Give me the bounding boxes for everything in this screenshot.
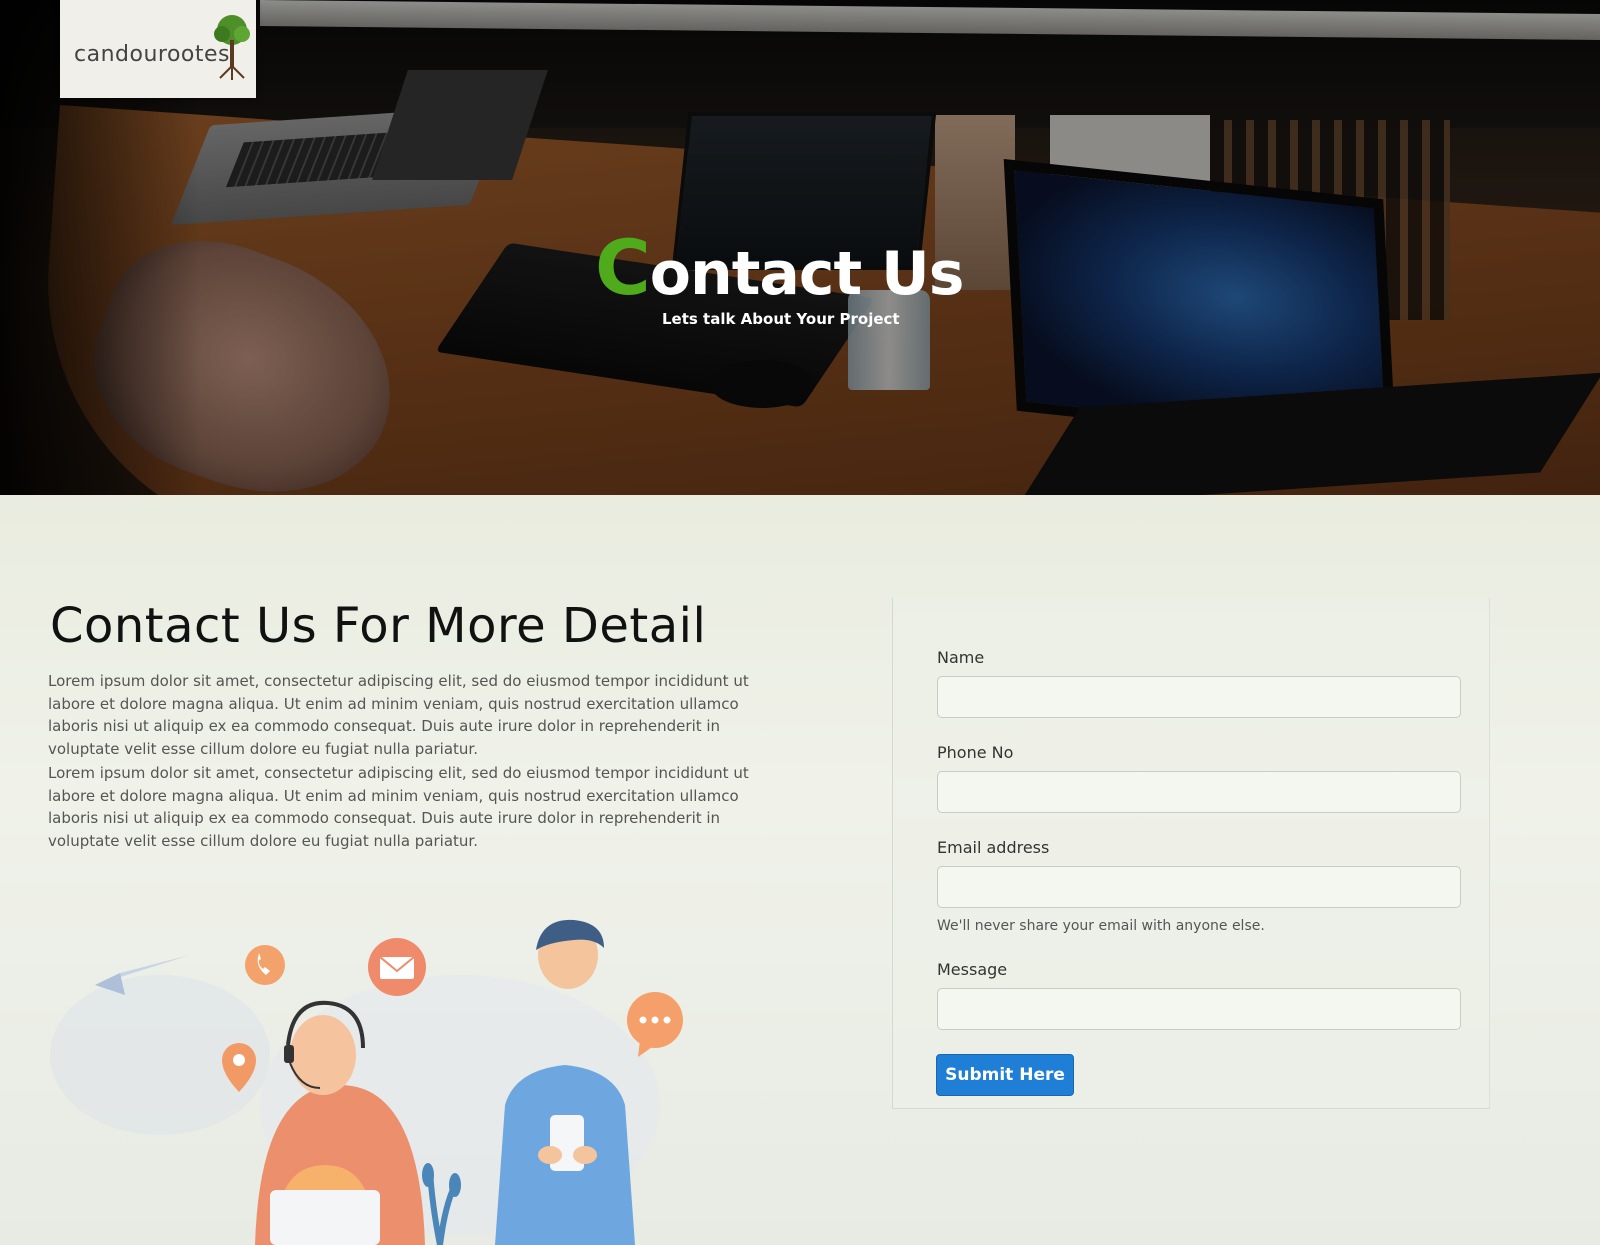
tree-icon bbox=[214, 15, 250, 80]
submit-button[interactable]: Submit Here bbox=[936, 1054, 1074, 1096]
email-help-text: We'll never share your email with anyone… bbox=[937, 918, 1265, 934]
phone-input[interactable] bbox=[937, 771, 1461, 813]
name-label: Name bbox=[937, 648, 985, 667]
contact-heading: Contact Us For More Detail bbox=[50, 598, 707, 654]
site-logo[interactable]: candourootes bbox=[60, 0, 256, 98]
support-illustration bbox=[50, 919, 683, 1245]
email-input[interactable] bbox=[937, 866, 1461, 908]
intro-paragraph: Lorem ipsum dolor sit amet, consectetur … bbox=[48, 672, 749, 758]
message-input[interactable] bbox=[937, 988, 1461, 1030]
hero-title-initial: C bbox=[595, 223, 651, 312]
phone-label: Phone No bbox=[937, 743, 1014, 762]
logo-text: candourootes bbox=[74, 42, 230, 67]
hero-title: Contact Us bbox=[595, 228, 964, 310]
name-input[interactable] bbox=[937, 676, 1461, 718]
message-label: Message bbox=[937, 960, 1008, 979]
phone-icon bbox=[245, 945, 285, 985]
email-label: Email address bbox=[937, 838, 1050, 857]
hero-subtitle: Lets talk About Your Project bbox=[662, 310, 900, 328]
intro-paragraph: Lorem ipsum dolor sit amet, consectetur … bbox=[48, 764, 749, 850]
mail-icon bbox=[368, 938, 426, 996]
hero-title-rest: ontact Us bbox=[649, 239, 965, 309]
